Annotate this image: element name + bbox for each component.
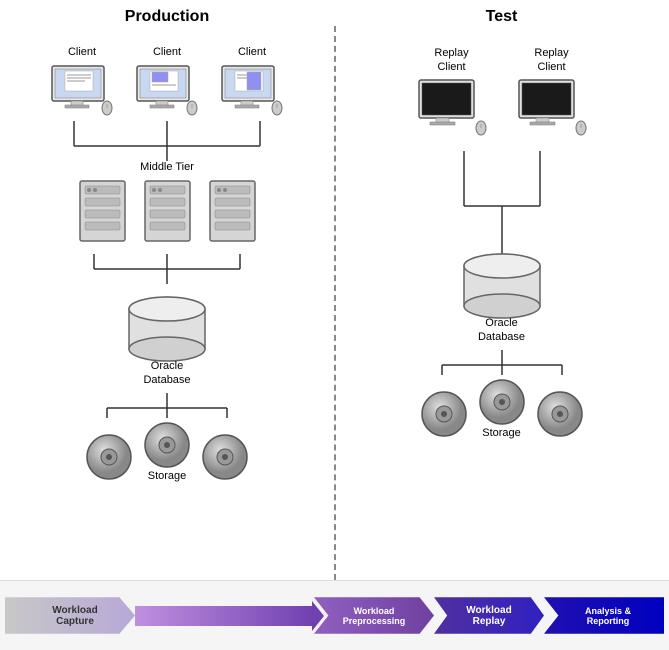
replay-clients-row: ReplayClient ReplayClien — [414, 46, 589, 136]
test-disc-1-icon — [419, 389, 469, 439]
test-disc-3-icon — [535, 389, 585, 439]
bottom-banner: WorkloadCapture WorkloadPreprocessing Wo… — [0, 580, 669, 650]
replay-label: WorkloadReplay — [466, 605, 511, 627]
replay-client-2: ReplayClient — [514, 46, 589, 136]
preprocess-label: WorkloadPreprocessing — [343, 606, 406, 626]
section-divider — [334, 26, 336, 580]
production-side: Client — [0, 26, 334, 556]
replay-client-1-label: ReplayClient — [434, 46, 468, 75]
client-1: Client — [47, 46, 117, 116]
test-storage-label: Storage — [482, 427, 521, 439]
client-3-label: Client — [238, 46, 266, 58]
middle-tier-label: Middle Tier — [140, 161, 194, 173]
test-header: Test — [334, 8, 669, 26]
client-2: Client — [132, 46, 202, 116]
section-headers: Production Test — [0, 0, 669, 26]
prod-disc-3-icon — [200, 432, 250, 482]
test-db-label: Oracle Database — [478, 316, 525, 345]
replay-monitor-2-icon — [514, 78, 589, 136]
prod-disc-3 — [200, 432, 250, 482]
test-title: Test — [486, 8, 518, 25]
test-disc-2: Storage — [477, 377, 527, 439]
prod-db-to-storage-lines — [67, 393, 267, 418]
monitor-3-icon — [217, 61, 287, 116]
prod-db-icon — [122, 289, 212, 364]
client-2-label: Client — [153, 46, 181, 58]
analysis-label: Analysis &Reporting — [577, 606, 631, 626]
production-header: Production — [0, 8, 334, 26]
server-2-icon — [140, 176, 195, 251]
prod-disc-1 — [84, 432, 134, 482]
prod-disc-2-icon — [142, 420, 192, 470]
main-container: Production Test Client — [0, 0, 669, 650]
replay-client-2-label: ReplayClient — [534, 46, 568, 75]
server-to-db-lines — [57, 254, 277, 284]
prod-db-label: Oracle Database — [143, 359, 190, 388]
server-1-icon — [75, 176, 130, 251]
production-title: Production — [125, 8, 209, 25]
test-db-icon — [457, 246, 547, 321]
clients-row: Client — [47, 46, 287, 116]
test-db-container: Oracle Database — [457, 246, 547, 345]
server-3-icon — [205, 176, 260, 251]
replay-to-db-lines — [402, 151, 602, 261]
workload-preprocessing-arrow: WorkloadPreprocessing — [314, 590, 434, 642]
test-spacer — [402, 151, 602, 261]
client-3: Client — [217, 46, 287, 116]
prod-storage-row: Storage — [84, 420, 250, 482]
diagram-area: Client — [0, 26, 669, 580]
test-disc-1 — [419, 389, 469, 439]
test-storage-row: Storage — [419, 377, 585, 439]
analysis-reporting-arrow: Analysis &Reporting — [544, 590, 664, 642]
prod-storage-label: Storage — [148, 470, 187, 482]
test-disc-3 — [535, 389, 585, 439]
client-to-tier-lines — [27, 121, 307, 161]
prod-disc-1-icon — [84, 432, 134, 482]
workload-capture-arrow: WorkloadCapture — [5, 590, 135, 642]
test-side: ReplayClient ReplayClien — [334, 26, 669, 556]
workload-replay-arrow: WorkloadReplay — [434, 590, 544, 642]
monitor-1-icon — [47, 61, 117, 116]
monitor-2-icon — [132, 61, 202, 116]
client-1-label: Client — [68, 46, 96, 58]
test-disc-2-icon — [477, 377, 527, 427]
replay-client-1: ReplayClient — [414, 46, 489, 136]
prod-disc-2: Storage — [142, 420, 192, 482]
capture-label: WorkloadCapture — [42, 605, 97, 627]
middle-servers-row — [75, 176, 260, 251]
flow-arrow — [135, 606, 314, 626]
test-db-to-storage-lines — [402, 350, 602, 375]
prod-db-container: Oracle Database — [122, 289, 212, 388]
replay-monitor-1-icon — [414, 78, 489, 136]
